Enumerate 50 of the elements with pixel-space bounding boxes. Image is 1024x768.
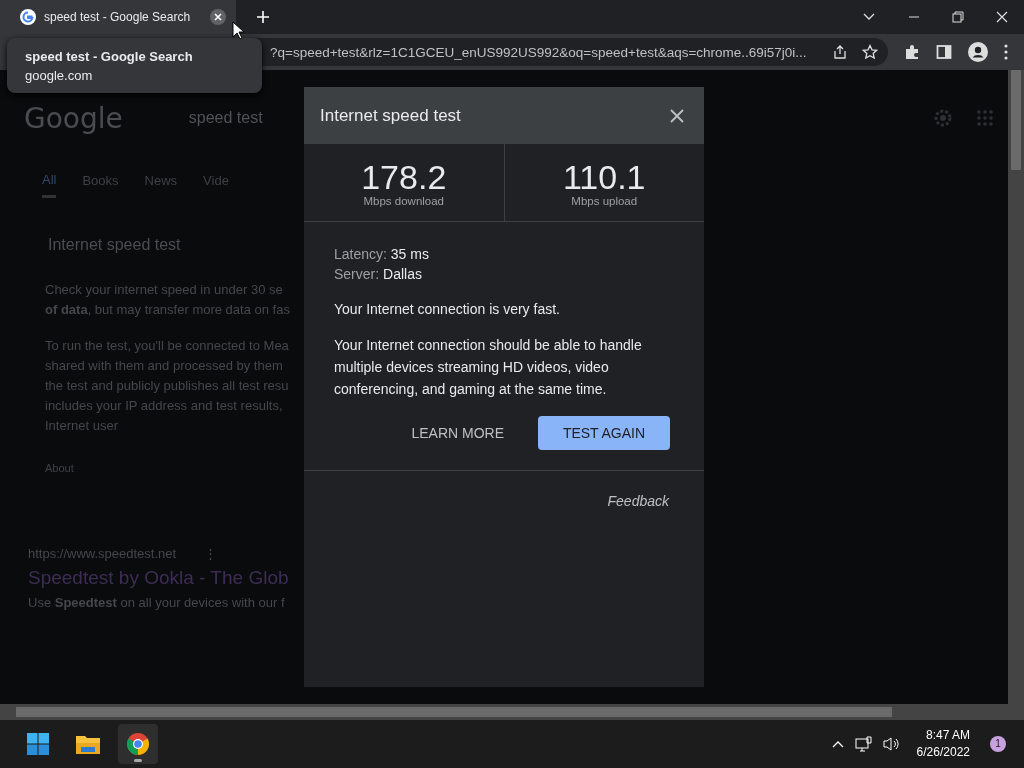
result-url: https://www.speedtest.net [28, 546, 177, 561]
speed-value: 178.2 [361, 158, 447, 195]
vertical-scrollbar[interactable] [1008, 70, 1024, 704]
description-line: the test and publicly publishes all test resu [45, 377, 289, 395]
puzzle-icon[interactable] [904, 44, 920, 60]
horizontal-scrollbar[interactable] [0, 704, 1024, 720]
description-line: of data, but may transfer more data on fas [45, 301, 290, 319]
google-logo: Google [24, 101, 123, 135]
description-line: shared with them and processed by them [45, 357, 283, 375]
detail-line: Server: Dallas [334, 265, 423, 284]
star-icon[interactable] [862, 44, 878, 60]
description-line: To run the test, you'll be connected to Mea [45, 337, 289, 355]
hover-card-domain: google.com [25, 67, 94, 83]
restore-icon[interactable] [952, 11, 964, 23]
mouse-pointer-icon [232, 21, 244, 40]
notification-badge[interactable]: 1 [990, 736, 1006, 752]
network-icon[interactable] [854, 736, 873, 752]
close-icon[interactable] [210, 9, 226, 25]
volume-icon[interactable] [882, 736, 901, 752]
tab-title: speed test - Google Search [44, 10, 192, 24]
share-icon[interactable] [832, 44, 848, 60]
windows-logo-icon [26, 732, 50, 756]
verdict-text: Your Internet connection is very fast. [334, 300, 561, 319]
chrome-logo-icon [126, 732, 150, 756]
hover-card-title: speed test - Google Search [25, 48, 194, 64]
test-again-button[interactable]: TEST AGAIN [538, 416, 670, 450]
folder-icon [75, 733, 101, 755]
google-g-icon [20, 9, 36, 25]
side-panel-icon[interactable] [936, 44, 952, 60]
profile-icon[interactable] [968, 42, 988, 62]
speed-unit: Mbps download [363, 194, 445, 207]
menu-icon[interactable] [1004, 44, 1008, 60]
dialog-title: Internet speed test [320, 105, 461, 126]
clock-time[interactable]: 8:47 AM [925, 727, 970, 744]
browser-tab[interactable]: speed test - Google Search [0, 0, 236, 34]
speed-unit: Mbps upload [571, 194, 638, 207]
close-icon[interactable] [669, 107, 685, 124]
taskbar-app[interactable] [118, 724, 158, 764]
close-icon[interactable] [996, 11, 1008, 23]
new-tab-icon[interactable] [256, 10, 270, 24]
learn-more-button[interactable]: LEARN MORE [401, 416, 514, 450]
detail-line: Latency: 35 ms [334, 245, 430, 264]
description-line: includes your IP address and test results, [45, 397, 283, 415]
feedback-link[interactable]: Feedback [607, 493, 669, 509]
description-line: Internet user [45, 417, 118, 435]
url-text: ?q=speed+test&rlz=1C1GCEU_enUS992US992&oq=speed+test&aqs=chrome..69i57j0i... [270, 44, 808, 60]
result-snippet: Use Speedtest on all your devices with our f [28, 594, 285, 612]
clock-date[interactable]: 6/26/2022 [916, 744, 970, 761]
speed-value: 110.1 [562, 158, 646, 195]
explanation-text: Your Internet connection should be able to handle multiple devices streaming HD videos, video conferencing, and gaming at the same time. [334, 336, 643, 399]
